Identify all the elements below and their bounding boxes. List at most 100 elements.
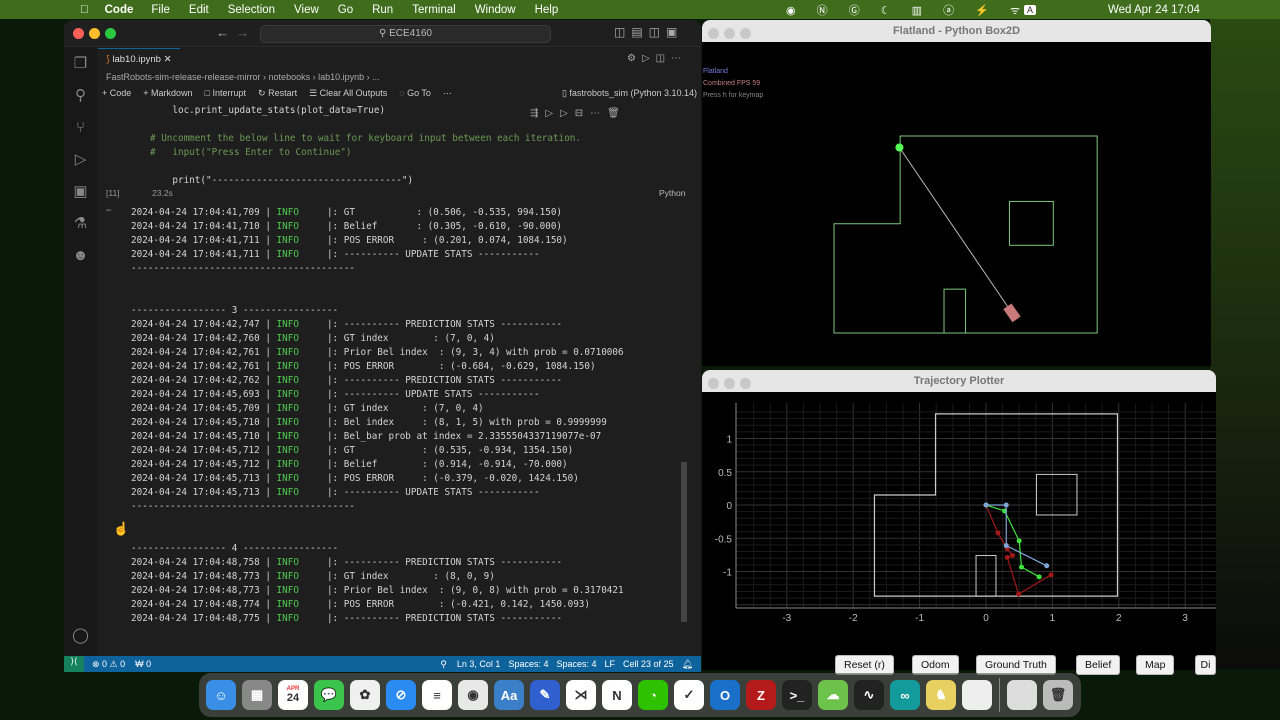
log-level: INFO	[276, 473, 299, 484]
log-line: 2024-04-24 17:04:42,760 | INFO |: GT ind…	[131, 333, 495, 344]
bell-icon[interactable]: 🔔︎	[682, 659, 693, 670]
cell-indicator[interactable]: Cell 23 of 25	[623, 659, 674, 669]
status-icons: ◉ Ⓝ Ⓖ ☾ ▥ ⓐ ⚡ ᯤ	[786, 4, 1029, 17]
flatland-obstacle	[943, 288, 967, 334]
trajectory-plotter-window: Trajectory Plotter -3 -2 -1 0 1 2 3 1 0.5 0 -0.5 -1	[702, 370, 1216, 670]
flatland-canvas[interactable]	[702, 20, 1211, 366]
dock-glyph: ∞	[900, 687, 910, 703]
log-message: |: Belief : (0.305, -0.610, -90.000)	[326, 221, 563, 232]
y-tick-label: 1	[726, 435, 732, 446]
y-tick-label: 0	[726, 501, 732, 512]
indent-setting[interactable]: Spaces: 4	[508, 659, 548, 669]
dock-glyph: ☺	[214, 687, 228, 703]
log-timestamp: 2024-04-24 17:04:45,710	[131, 417, 260, 428]
dock-messages-icon[interactable]: 💬	[314, 680, 344, 710]
menu-run[interactable]: Run	[372, 4, 393, 16]
log-timestamp: 2024-04-24 17:04:41,711	[131, 235, 260, 246]
log-line: ----------------- 3 -----------------	[131, 304, 338, 318]
menu-edit[interactable]: Edit	[189, 4, 209, 16]
dock-calendar-icon[interactable]: APR 24	[278, 680, 308, 710]
menu-window[interactable]: Window	[475, 4, 516, 16]
menu-selection[interactable]: Selection	[228, 4, 275, 16]
dock-outlook-icon[interactable]: O	[710, 680, 740, 710]
dock-launchpad-icon[interactable]: ▦	[242, 680, 272, 710]
log-level: INFO	[276, 207, 299, 218]
log-level: INFO	[276, 431, 299, 442]
remote-indicator[interactable]: ⟩⟨	[64, 656, 84, 672]
dock: ☺ ▦ APR 24 💬 ✿ ⊘ ≡ ◉ Aa ✎ ⋊ N ◔ ✓ O Z >_ ☁ ∿ ∞ ♞ 🗑	[199, 673, 1081, 717]
plot-button-di[interactable]: Di	[1195, 655, 1216, 675]
scrollbar[interactable]	[681, 462, 687, 622]
log-message: |: GT : (0.535, -0.934, 1354.150)	[326, 445, 574, 456]
dock-terminal-icon[interactable]: >_	[782, 680, 812, 710]
plot-button-ground-truth[interactable]: Ground Truth	[976, 655, 1056, 675]
log-level: INFO	[276, 571, 299, 582]
dock-wechat-icon[interactable]: ◔	[638, 680, 668, 710]
dock-tasks-icon[interactable]: ✓	[674, 680, 704, 710]
log-line: 2024-04-24 17:04:41,710 | INFO |: Belief…	[131, 221, 563, 232]
dock-photos-icon[interactable]: ✿	[350, 680, 380, 710]
apple-icon[interactable]: 	[80, 4, 89, 16]
plot-button-belief[interactable]: Belief	[1076, 655, 1121, 675]
mouse-cursor-icon: ☝	[113, 521, 130, 536]
log-level: INFO	[276, 557, 299, 568]
output-more-icon[interactable]: ⋯	[106, 206, 111, 216]
dock-vscode-icon[interactable]: ⋊	[566, 680, 596, 710]
dock-reminders-icon[interactable]: ≡	[422, 680, 452, 710]
log-timestamp: 2024-04-24 17:04:42,761	[131, 347, 260, 358]
log-message: |: GT index : (8, 0, 9)	[326, 571, 495, 582]
indent-setting-2[interactable]: Spaces: 4	[556, 659, 596, 669]
log-line: 2024-04-24 17:04:41,709 | INFO |: GT : (…	[131, 207, 563, 218]
dock-chrome-icon[interactable]: ◉	[458, 680, 488, 710]
zoom-icon[interactable]: ⚲	[440, 659, 447, 670]
log-message: |: ---------- PREDICTION STATS ---------…	[326, 557, 563, 568]
odom-point	[995, 530, 1001, 536]
dock-trash-icon[interactable]: 🗑	[1043, 680, 1073, 710]
dock-finder-icon[interactable]: ☺	[206, 680, 236, 710]
clock[interactable]: Wed Apr 24 17:04	[1108, 4, 1200, 16]
dock-document-icon[interactable]	[962, 680, 992, 710]
menu-view[interactable]: View	[294, 4, 319, 16]
dock-filezilla-icon[interactable]: Z	[746, 680, 776, 710]
menu-app-name[interactable]: Code	[105, 4, 134, 16]
menu-file[interactable]: File	[151, 4, 170, 16]
log-line: 2024-04-24 17:04:45,712 | INFO |: GT : (…	[131, 445, 574, 456]
dock-image-file-icon[interactable]	[1007, 680, 1037, 710]
dock-pencil-app-icon[interactable]: ✎	[530, 680, 560, 710]
log-separator: ----------------- 3 -----------------	[131, 305, 339, 316]
menu-go[interactable]: Go	[338, 4, 353, 16]
log-message: |: Bel_bar prob at index = 2.33555043371…	[326, 431, 602, 442]
plot-button-map[interactable]: Map	[1136, 655, 1175, 675]
log-timestamp: 2024-04-24 17:04:41,710	[131, 221, 260, 232]
log-timestamp: 2024-04-24 17:04:42,747	[131, 319, 260, 330]
problems-count[interactable]: ⊗ 0 ⚠ 0	[92, 659, 125, 670]
map-obstacle	[1035, 473, 1078, 516]
dock-safari-icon[interactable]: ⊘	[386, 680, 416, 710]
dock-cyberduck-icon[interactable]: ♞	[926, 680, 956, 710]
odom-point	[1048, 572, 1054, 578]
ports-count[interactable]: ₩ 0	[135, 659, 151, 669]
eol-setting[interactable]: LF	[605, 659, 616, 669]
log-level: INFO	[276, 613, 299, 624]
log-line: 2024-04-24 17:04:48,775 | INFO |: ------…	[131, 613, 563, 624]
menu-help[interactable]: Help	[535, 4, 559, 16]
log-timestamp: 2024-04-24 17:04:45,710	[131, 431, 260, 442]
dock-notion-icon[interactable]: N	[602, 680, 632, 710]
menu-terminal[interactable]: Terminal	[412, 4, 455, 16]
dock-dictionary-icon[interactable]: Aa	[494, 680, 524, 710]
y-tick-label: 0.5	[718, 468, 732, 479]
dock-glyph: 💬	[320, 687, 338, 702]
dock-activity-monitor-icon[interactable]: ∿	[854, 680, 884, 710]
log-message: |: Prior Bel index : (9, 0, 8) with prob…	[326, 585, 624, 596]
cursor-position[interactable]: Ln 3, Col 1	[457, 659, 501, 669]
plot-button-reset-r-[interactable]: Reset (r)	[835, 655, 894, 675]
trajectory-plot[interactable]: -3 -2 -1 0 1 2 3 1 0.5 0 -0.5 -1	[702, 370, 1216, 650]
plot-button-odom[interactable]: Odom	[912, 655, 959, 675]
input-source-badge[interactable]: A	[1024, 4, 1037, 15]
log-message: |: ---------- UPDATE STATS -----------	[326, 249, 540, 260]
vscode-window: ← → ⚲ ECE4160 ◫▤◫▣ ❐ ⚲ ⑂ ▷ ▣ ⚗ ☻ ◯ ⚙ ⟆ l…	[64, 20, 701, 672]
odom-point	[1010, 553, 1016, 559]
dock-cloud-app-icon[interactable]: ☁	[818, 680, 848, 710]
dock-arduino-icon[interactable]: ∞	[890, 680, 920, 710]
log-message: |: ---------- PREDICTION STATS ---------…	[326, 319, 563, 330]
